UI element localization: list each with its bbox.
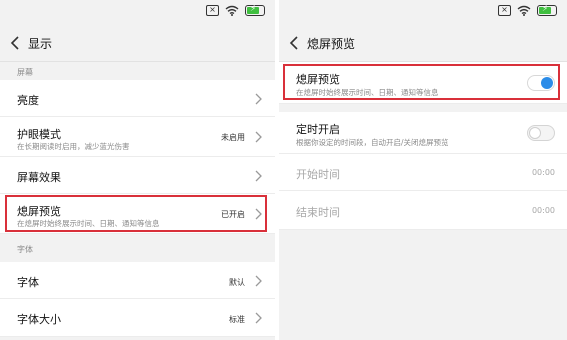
scheduled-toggle-switch[interactable] xyxy=(527,125,555,141)
item-value: 00:00 xyxy=(531,206,555,215)
item-description: 在长期阅读时启用，减少蓝光伤害 xyxy=(17,142,130,151)
header: 显示 xyxy=(0,24,275,62)
item-value: 未启用 xyxy=(221,133,245,142)
settings-item-screen-effect[interactable]: 屏幕效果 xyxy=(0,157,275,194)
item-label: 熄屏预览 xyxy=(17,205,61,218)
item-description: 在熄屏时始终展示时间、日期、通知等信息 xyxy=(296,88,439,97)
battery-icon: ⚡ xyxy=(245,4,265,16)
status-bar: × ⚡ xyxy=(0,0,275,24)
item-description: 根据你设定的时间段，自动开启/关闭熄屏预览 xyxy=(296,138,449,147)
chevron-right-icon xyxy=(255,93,262,105)
toggle-knob xyxy=(541,77,553,89)
aod-preview-screen: × ⚡ 熄屏预览 熄屏预览 在熄屏时始终展示时间、日期、通知等信息 定时开启 根… xyxy=(279,0,567,340)
settings-item-scheduled[interactable]: 定时开启 根据你设定的时间段，自动开启/关闭熄屏预览 xyxy=(279,112,567,154)
section-label-font: 字体 xyxy=(17,245,33,254)
chevron-right-icon xyxy=(255,275,262,287)
item-label: 字体大小 xyxy=(17,313,61,326)
item-value: 已开启 xyxy=(221,210,245,219)
battery-icon: ⚡ xyxy=(537,4,557,16)
toggle-knob xyxy=(529,127,541,139)
close-box-icon: × xyxy=(206,5,219,16)
wifi-icon xyxy=(517,5,531,16)
back-arrow-icon[interactable] xyxy=(8,33,24,53)
settings-item-font[interactable]: 字体 默认 xyxy=(0,262,275,299)
status-bar: × ⚡ xyxy=(279,0,567,24)
chevron-right-icon xyxy=(255,170,262,182)
chevron-right-icon xyxy=(255,208,262,220)
settings-item-font-size[interactable]: 字体大小 标准 xyxy=(0,299,275,337)
close-box-icon: × xyxy=(498,5,511,16)
item-value: 默认 xyxy=(229,278,245,287)
settings-item-start-time[interactable]: 开始时间 00:00 xyxy=(279,154,567,191)
item-label: 亮度 xyxy=(17,94,39,107)
status-icons: × ⚡ xyxy=(206,4,265,16)
wifi-icon xyxy=(225,5,239,16)
screen: × ⚡ 显示 屏幕 亮度 护眼模式 在长期阅读时启用，减少蓝光伤害 未启用 屏幕… xyxy=(0,0,567,340)
display-settings-screen: × ⚡ 显示 屏幕 亮度 护眼模式 在长期阅读时启用，减少蓝光伤害 未启用 屏幕… xyxy=(0,0,275,340)
item-label: 护眼模式 xyxy=(17,128,61,141)
section-label-screen: 屏幕 xyxy=(17,68,33,77)
aod-toggle-switch[interactable] xyxy=(527,75,555,91)
chevron-right-icon xyxy=(255,131,262,143)
status-icons: × ⚡ xyxy=(498,4,557,16)
header: 熄屏预览 xyxy=(279,24,567,62)
item-label: 屏幕效果 xyxy=(17,171,61,184)
settings-item-aod-toggle[interactable]: 熄屏预览 在熄屏时始终展示时间、日期、通知等信息 xyxy=(279,62,567,104)
settings-item-brightness[interactable]: 亮度 xyxy=(0,80,275,117)
item-description: 在熄屏时始终展示时间、日期、通知等信息 xyxy=(17,219,160,228)
item-label: 开始时间 xyxy=(296,168,340,181)
page-title: 显示 xyxy=(28,37,53,51)
item-label: 定时开启 xyxy=(296,123,340,136)
settings-item-end-time[interactable]: 结束时间 00:00 xyxy=(279,191,567,230)
item-label: 结束时间 xyxy=(296,206,340,219)
page-title: 熄屏预览 xyxy=(307,37,356,51)
settings-item-aod-preview[interactable]: 熄屏预览 在熄屏时始终展示时间、日期、通知等信息 已开启 xyxy=(0,194,275,234)
item-label: 熄屏预览 xyxy=(296,73,340,86)
item-label: 字体 xyxy=(17,276,39,289)
item-value: 标准 xyxy=(229,315,245,324)
chevron-right-icon xyxy=(255,312,262,324)
back-arrow-icon[interactable] xyxy=(287,33,303,53)
settings-item-eye-protection[interactable]: 护眼模式 在长期阅读时启用，减少蓝光伤害 未启用 xyxy=(0,117,275,157)
item-value: 00:00 xyxy=(531,168,555,177)
